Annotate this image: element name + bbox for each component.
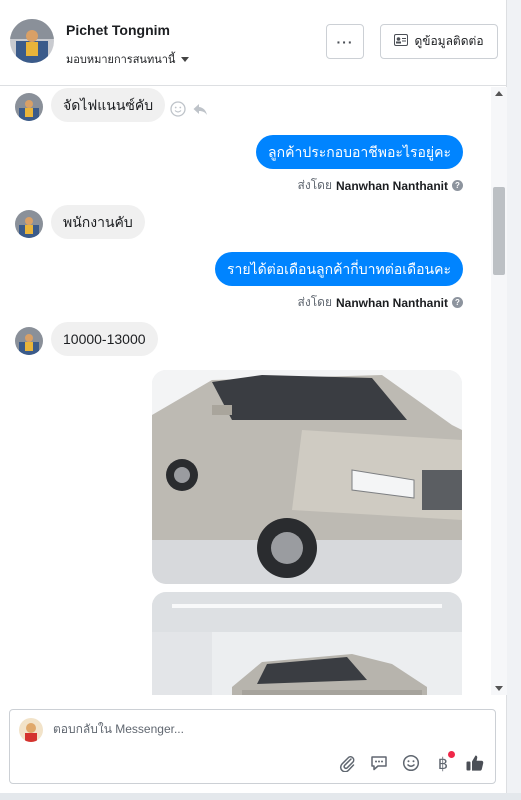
composer-toolbar: ฿ bbox=[337, 751, 485, 773]
message-bubble-incoming[interactable]: 10000-13000 bbox=[51, 322, 158, 356]
attachment-icon[interactable] bbox=[337, 753, 357, 773]
sent-by-prefix: ส่งโดย bbox=[297, 178, 332, 192]
notification-dot bbox=[448, 751, 455, 758]
sender-avatar[interactable] bbox=[15, 327, 43, 355]
emoji-reaction-icon[interactable] bbox=[170, 101, 186, 122]
sent-by-label: ส่งโดย Nanwhan Nanthanit ? bbox=[298, 293, 463, 312]
like-icon[interactable] bbox=[465, 753, 485, 773]
info-icon[interactable]: ? bbox=[452, 180, 463, 191]
page-avatar bbox=[19, 718, 43, 742]
contact-name: Pichet Tongnim bbox=[66, 22, 170, 38]
photo-attachment[interactable] bbox=[152, 592, 462, 695]
view-contact-button[interactable]: ดูข้อมูลติดต่อ bbox=[380, 24, 498, 59]
conversation-panel: Pichet Tongnim มอบหมายการสนทนานี้ ··· ดู… bbox=[0, 0, 507, 793]
sender-avatar[interactable] bbox=[15, 93, 43, 121]
message-bubble-outgoing[interactable]: รายได้ต่อเดือนลูกค้ากี่บาทต่อเดือนคะ bbox=[214, 252, 463, 286]
baht-payment-icon[interactable]: ฿ bbox=[433, 751, 455, 773]
message-bubble-incoming[interactable]: จัดไฟแนนซ์คับ bbox=[51, 88, 166, 122]
page-background-bottom bbox=[0, 793, 521, 800]
message-thread[interactable]: จัดไฟแนนซ์คับ ลูกค้าประกอบอาชีพอะไรอยู่ค… bbox=[0, 87, 491, 695]
info-icon[interactable]: ? bbox=[452, 297, 463, 308]
sent-by-label: ส่งโดย Nanwhan Nanthanit ? bbox=[298, 176, 463, 195]
chevron-down-icon bbox=[181, 56, 190, 62]
photo-attachment[interactable] bbox=[152, 370, 462, 584]
more-icon: ··· bbox=[336, 33, 354, 50]
sent-by-name: Nanwhan Nanthanit bbox=[335, 178, 448, 193]
reply-icon[interactable] bbox=[192, 101, 208, 122]
message-actions bbox=[170, 101, 208, 122]
sent-by-prefix: ส่งโดย bbox=[297, 295, 332, 309]
emoji-icon[interactable] bbox=[401, 753, 421, 773]
message-bubble-incoming[interactable]: พนักงานคับ bbox=[51, 205, 145, 239]
page-background-right bbox=[507, 0, 521, 800]
scrollbar-thumb[interactable] bbox=[493, 187, 505, 275]
reply-composer: ฿ bbox=[9, 709, 496, 784]
sent-by-name: Nanwhan Nanthanit bbox=[335, 295, 448, 310]
saved-reply-icon[interactable] bbox=[369, 753, 389, 773]
assign-conversation-label: มอบหมายการสนทนานี้ bbox=[66, 54, 176, 66]
thread-scrollbar[interactable] bbox=[491, 87, 507, 695]
more-options-button[interactable]: ··· bbox=[326, 24, 364, 59]
scroll-down-arrow-icon[interactable] bbox=[495, 686, 503, 691]
sender-avatar[interactable] bbox=[15, 210, 43, 238]
assign-conversation-dropdown[interactable]: มอบหมายการสนทนานี้ bbox=[66, 50, 190, 68]
scroll-up-arrow-icon[interactable] bbox=[495, 91, 503, 96]
contact-card-icon bbox=[394, 34, 409, 49]
reply-input[interactable] bbox=[53, 722, 473, 736]
message-bubble-outgoing[interactable]: ลูกค้าประกอบอาชีพอะไรอยู่คะ bbox=[256, 135, 463, 169]
view-contact-label: ดูข้อมูลติดต่อ bbox=[414, 34, 484, 48]
contact-avatar[interactable] bbox=[10, 19, 54, 63]
conversation-header: Pichet Tongnim มอบหมายการสนทนานี้ ··· ดู… bbox=[0, 0, 507, 86]
